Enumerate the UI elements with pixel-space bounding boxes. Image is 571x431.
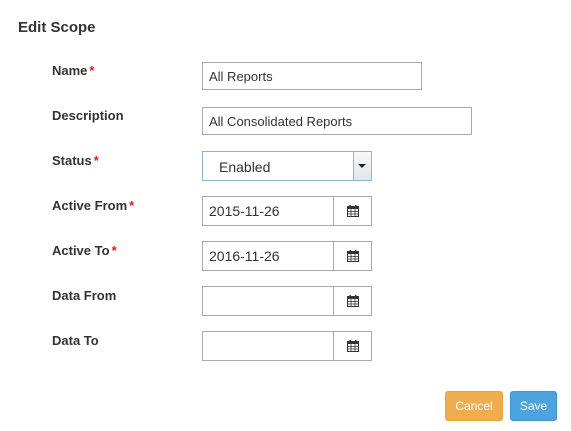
data-to-datepicker xyxy=(202,331,372,361)
status-select-value: Enabled xyxy=(219,159,271,175)
description-label: Description xyxy=(52,108,124,123)
calendar-icon xyxy=(346,295,359,307)
active-to-datepicker xyxy=(202,241,372,271)
name-label: Name * xyxy=(52,63,95,78)
active-from-label: Active From * xyxy=(52,198,135,213)
data-to-calendar-button[interactable] xyxy=(333,331,372,361)
status-select[interactable]: Enabled xyxy=(202,151,372,181)
data-to-label: Data To xyxy=(52,333,99,348)
data-from-label: Data From xyxy=(52,288,117,303)
data-to-input[interactable] xyxy=(202,331,334,361)
required-marker: * xyxy=(93,153,99,168)
active-from-input[interactable] xyxy=(202,196,334,226)
data-from-input[interactable] xyxy=(202,286,334,316)
active-to-label: Active To * xyxy=(52,243,117,258)
status-label: Status * xyxy=(52,153,99,168)
data-from-calendar-button[interactable] xyxy=(333,286,372,316)
chevron-down-icon[interactable] xyxy=(353,152,371,180)
description-field[interactable] xyxy=(202,107,472,135)
name-field[interactable] xyxy=(202,62,422,90)
calendar-icon xyxy=(346,340,359,352)
calendar-icon xyxy=(346,205,359,217)
active-from-datepicker xyxy=(202,196,372,226)
save-button[interactable]: Save xyxy=(510,391,557,421)
page-title: Edit Scope xyxy=(18,19,96,36)
active-from-calendar-button[interactable] xyxy=(333,196,372,226)
required-marker: * xyxy=(129,198,135,213)
active-to-input[interactable] xyxy=(202,241,334,271)
required-marker: * xyxy=(111,243,117,258)
calendar-icon xyxy=(346,250,359,262)
required-marker: * xyxy=(89,63,95,78)
active-to-calendar-button[interactable] xyxy=(333,241,372,271)
cancel-button[interactable]: Cancel xyxy=(445,391,503,421)
data-from-datepicker xyxy=(202,286,372,316)
